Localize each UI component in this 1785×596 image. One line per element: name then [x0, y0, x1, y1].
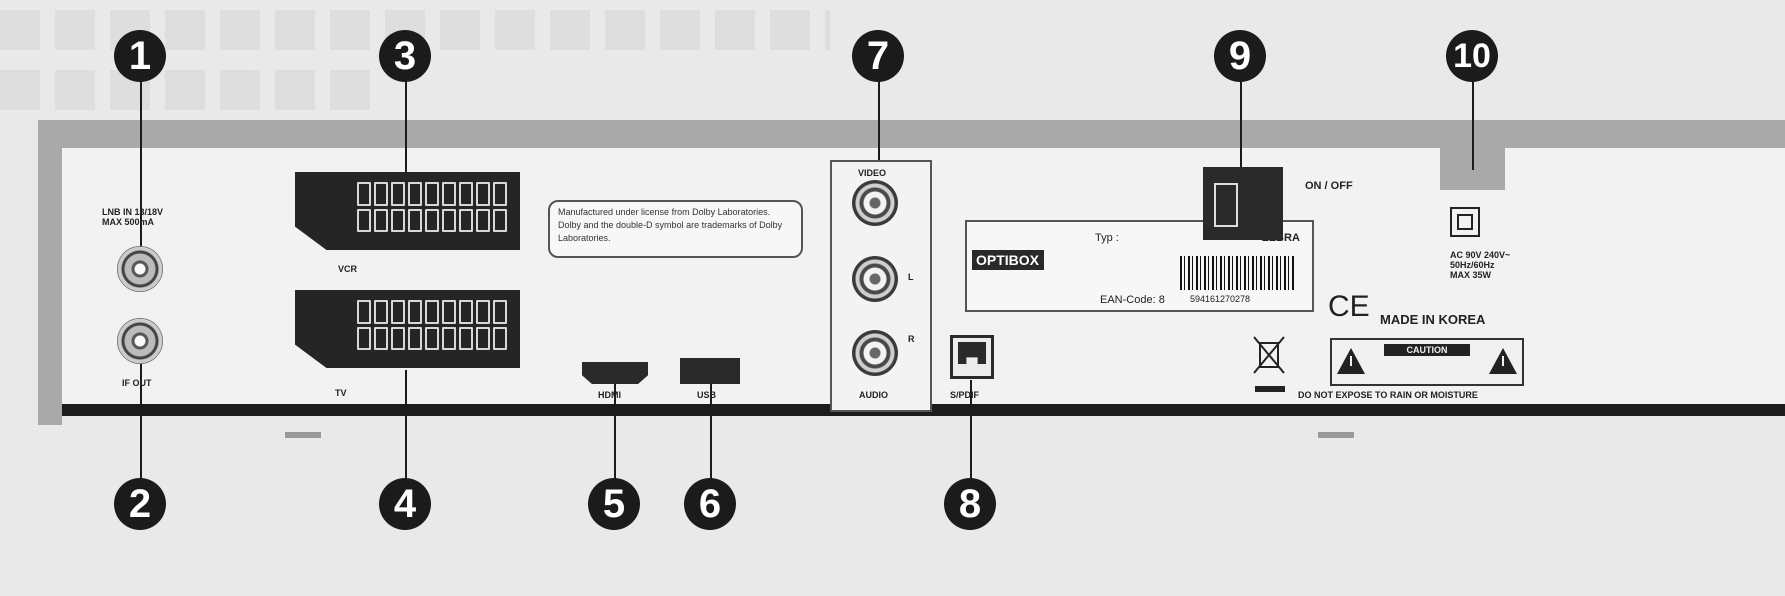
- if-out-connector[interactable]: [117, 318, 163, 364]
- scart-connector-icon: [357, 300, 507, 350]
- warning-triangle-icon: [1337, 348, 1365, 374]
- ean-label: EAN-Code: 8: [1100, 294, 1165, 306]
- foot: [1318, 432, 1354, 438]
- lnb-in-label: LNB IN 13/18V MAX 500mA: [102, 207, 164, 227]
- usb-label: USB: [697, 390, 717, 400]
- audio-l-label: L: [908, 272, 914, 282]
- callout-line-3: [405, 80, 407, 180]
- background-text-line: [0, 70, 380, 110]
- scart-vcr-connector[interactable]: [295, 172, 520, 250]
- callout-9: 9: [1214, 30, 1266, 82]
- warning-triangle-icon: [1489, 348, 1517, 374]
- rocker-switch-icon: [1214, 183, 1238, 227]
- if-out-label: IF OUT: [122, 378, 152, 388]
- dolby-notice: Manufactured under license from Dolby La…: [548, 200, 803, 258]
- hdmi-port[interactable]: [582, 362, 648, 384]
- video-rca-connector[interactable]: [852, 180, 898, 226]
- callout-line-10: [1472, 80, 1474, 170]
- callout-line-2: [140, 350, 142, 480]
- weee-bin-icon: [1253, 336, 1285, 374]
- vcr-label: VCR: [338, 264, 358, 274]
- caution-label: CAUTION: [1330, 338, 1524, 386]
- audio-r-rca-connector[interactable]: [852, 330, 898, 376]
- callout-1: 1: [114, 30, 166, 82]
- foot: [285, 432, 321, 438]
- typ-label: Typ :: [1095, 232, 1119, 244]
- made-in-label: MADE IN KOREA: [1380, 312, 1486, 327]
- tv-label: TV: [335, 388, 347, 398]
- ce-mark: CE: [1328, 290, 1370, 323]
- spdif-label: S/PDIF: [950, 390, 980, 400]
- callout-8: 8: [944, 478, 996, 530]
- weee-bar: [1255, 386, 1285, 392]
- caution-text: CAUTION: [1384, 344, 1470, 356]
- ean-value: 594161270278: [1190, 294, 1251, 304]
- callout-3: 3: [379, 30, 431, 82]
- callout-2: 2: [114, 478, 166, 530]
- callout-line-1: [140, 80, 142, 270]
- callout-line-7: [878, 80, 880, 160]
- callout-4: 4: [379, 478, 431, 530]
- scart-connector-icon: [357, 182, 507, 232]
- power-rating: AC 90V 240V~ 50Hz/60Hz MAX 35W: [1450, 250, 1511, 280]
- callout-10: 10: [1446, 30, 1498, 82]
- callout-line-9: [1240, 80, 1242, 180]
- callout-7: 7: [852, 30, 904, 82]
- hdmi-label: HDMI: [598, 390, 621, 400]
- power-class-icon: [1450, 207, 1480, 237]
- callout-5: 5: [588, 478, 640, 530]
- barcode: [1180, 256, 1295, 290]
- scart-tv-connector[interactable]: [295, 290, 520, 368]
- callout-line-4: [405, 370, 407, 480]
- audio-l-rca-connector[interactable]: [852, 256, 898, 302]
- video-label: VIDEO: [858, 168, 887, 178]
- panel-top-edge: [38, 120, 1785, 148]
- usb-port[interactable]: [680, 358, 740, 384]
- panel-left-edge: [38, 120, 62, 425]
- audio-label: AUDIO: [859, 390, 888, 400]
- brand-logo: OPTIBOX: [972, 250, 1044, 270]
- audio-r-label: R: [908, 334, 915, 344]
- moisture-warning: DO NOT EXPOSE TO RAIN OR MOISTURE: [1298, 390, 1478, 400]
- lnb-in-connector[interactable]: [117, 246, 163, 292]
- callout-6: 6: [684, 478, 736, 530]
- on-off-label: ON / OFF: [1305, 180, 1353, 192]
